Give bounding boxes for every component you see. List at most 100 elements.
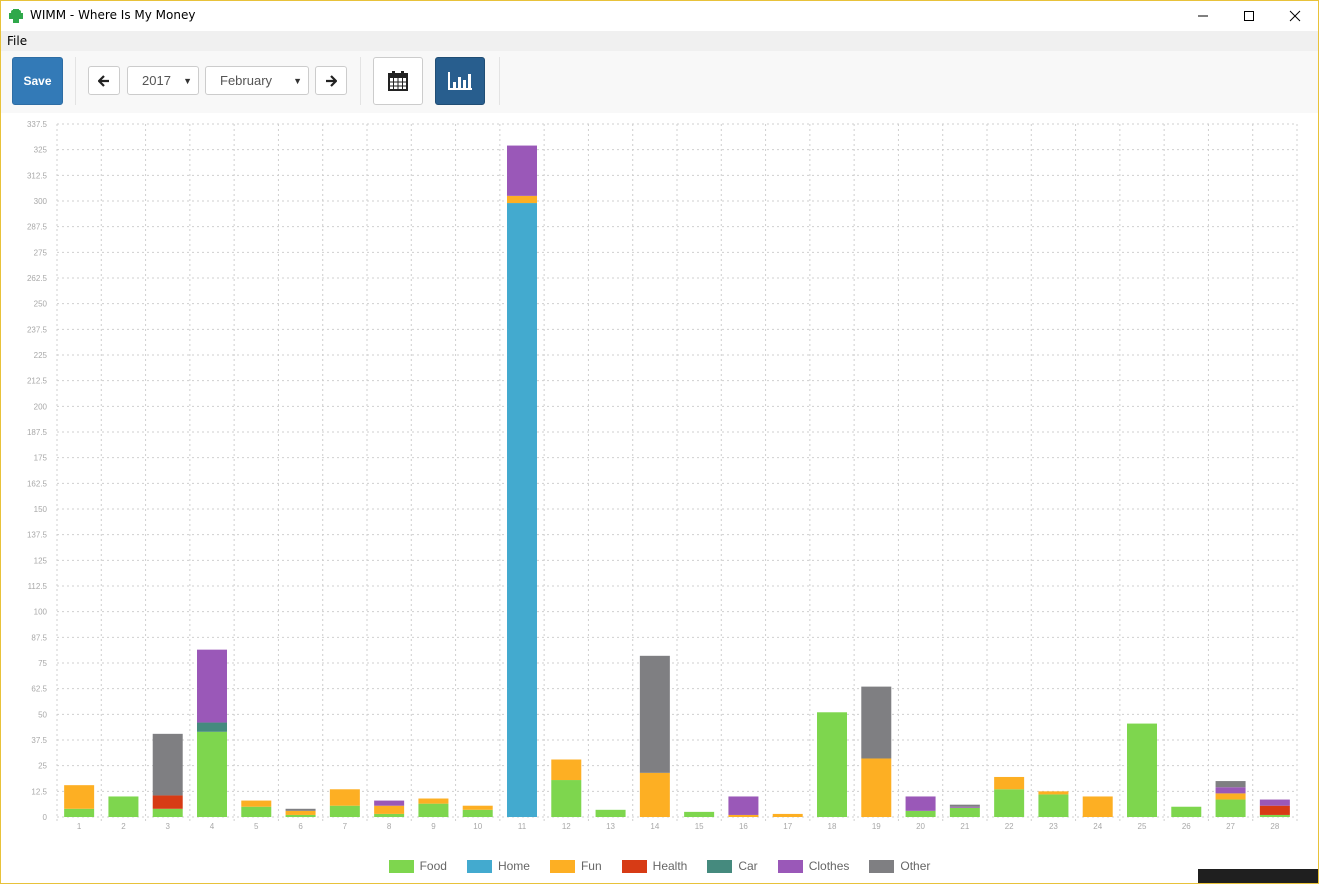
y-tick-label: 0 xyxy=(43,813,48,822)
calendar-icon xyxy=(388,71,408,91)
legend-item-car[interactable]: Car xyxy=(707,857,758,875)
y-tick-label: 237.5 xyxy=(27,325,48,334)
bar-segment-clothes-day-16 xyxy=(728,796,759,815)
bar-segment-fun-day-9 xyxy=(418,798,449,804)
y-tick-label: 125 xyxy=(34,556,48,565)
y-tick-label: 37.5 xyxy=(31,736,47,745)
bar-segment-fun-day-7 xyxy=(329,789,360,806)
x-tick-label: 26 xyxy=(1182,822,1191,831)
bar-segment-other-day-14 xyxy=(639,655,670,773)
window-title: WIMM - Where Is My Money xyxy=(30,8,196,22)
bar-segment-food-day-25 xyxy=(1127,723,1157,817)
bar-segment-fun-day-19 xyxy=(861,758,892,817)
x-tick-label: 2 xyxy=(121,822,126,831)
x-tick-label: 21 xyxy=(960,822,969,831)
y-tick-label: 325 xyxy=(34,146,48,155)
bar-segment-fun-day-16 xyxy=(728,814,759,817)
legend-label: Fun xyxy=(580,859,602,873)
bar-segment-other-day-21 xyxy=(949,804,980,807)
legend-item-other[interactable]: Other xyxy=(869,857,930,875)
y-tick-label: 25 xyxy=(38,762,47,771)
menu-bar: File xyxy=(0,31,1319,51)
bar-segment-health-day-3 xyxy=(152,795,183,809)
save-button[interactable]: Save xyxy=(12,57,63,105)
bar-chart-icon xyxy=(448,72,472,90)
bar-segment-other-day-6 xyxy=(285,808,316,811)
y-tick-label: 312.5 xyxy=(27,171,48,180)
x-tick-label: 25 xyxy=(1138,822,1147,831)
x-tick-label: 20 xyxy=(916,822,925,831)
close-button[interactable] xyxy=(1272,0,1318,31)
bar-segment-fun-day-8 xyxy=(374,805,405,814)
y-tick-label: 50 xyxy=(38,710,47,719)
bar-segment-fun-day-27 xyxy=(1215,793,1246,800)
x-tick-label: 1 xyxy=(77,822,82,831)
y-tick-label: 150 xyxy=(34,505,48,514)
bar-segment-fun-day-11 xyxy=(507,195,537,204)
bar-segment-clothes-day-20 xyxy=(905,796,936,811)
bar-segment-fun-day-17 xyxy=(772,813,803,817)
arrow-left-icon xyxy=(98,74,109,87)
x-tick-label: 5 xyxy=(254,822,259,831)
next-month-button[interactable] xyxy=(315,66,347,95)
x-tick-label: 28 xyxy=(1270,822,1279,831)
year-value: 2017 xyxy=(142,73,171,88)
bar-segment-food-day-23 xyxy=(1038,794,1069,817)
x-tick-label: 13 xyxy=(606,822,615,831)
legend-swatch xyxy=(388,859,414,873)
legend-item-home[interactable]: Home xyxy=(466,857,530,875)
bar-segment-fun-day-24 xyxy=(1082,796,1113,817)
y-tick-label: 100 xyxy=(34,608,48,617)
y-tick-label: 212.5 xyxy=(27,377,48,386)
bar-segment-clothes-day-8 xyxy=(374,800,405,806)
legend-item-food[interactable]: Food xyxy=(388,857,447,875)
bar-segment-food-day-5 xyxy=(241,806,272,817)
y-tick-label: 337.5 xyxy=(27,120,48,129)
month-select[interactable]: February ▼ xyxy=(205,66,309,95)
bar-segment-food-day-6 xyxy=(285,814,316,817)
title-bar: WIMM - Where Is My Money xyxy=(0,0,1319,31)
x-tick-label: 9 xyxy=(431,822,436,831)
bar-segment-clothes-day-21 xyxy=(949,806,980,808)
bar-segment-clothes-day-27 xyxy=(1215,787,1246,794)
legend-swatch xyxy=(621,859,647,873)
x-tick-label: 10 xyxy=(473,822,482,831)
toolbar-divider xyxy=(75,57,76,105)
calendar-view-button[interactable] xyxy=(373,57,423,105)
legend-item-fun[interactable]: Fun xyxy=(549,857,602,875)
bar-segment-food-day-27 xyxy=(1215,799,1246,817)
bar-segment-food-day-2 xyxy=(108,796,139,817)
chart-view-button[interactable] xyxy=(435,57,485,105)
bar-segment-food-day-12 xyxy=(551,780,582,817)
legend-swatch xyxy=(777,859,803,873)
menu-file[interactable]: File xyxy=(7,34,27,48)
previous-month-button[interactable] xyxy=(88,66,120,95)
year-select[interactable]: 2017 ▼ xyxy=(127,66,199,95)
arrow-right-icon xyxy=(326,74,337,87)
x-tick-label: 23 xyxy=(1049,822,1058,831)
y-tick-label: 137.5 xyxy=(27,531,48,540)
y-tick-label: 175 xyxy=(34,454,48,463)
x-tick-label: 27 xyxy=(1226,822,1235,831)
maximize-icon xyxy=(1244,10,1254,21)
x-tick-label: 18 xyxy=(828,822,837,831)
chevron-down-icon: ▼ xyxy=(293,75,302,86)
bar-segment-food-day-4 xyxy=(197,731,227,817)
legend-item-health[interactable]: Health xyxy=(621,857,687,875)
minimize-button[interactable] xyxy=(1180,0,1226,31)
maximize-button[interactable] xyxy=(1226,0,1272,31)
legend-label: Clothes xyxy=(808,859,850,873)
app-logo-icon xyxy=(9,9,23,23)
bar-segment-fun-day-1 xyxy=(64,785,95,809)
bar-segment-health-day-28 xyxy=(1259,805,1290,815)
y-tick-label: 287.5 xyxy=(27,223,48,232)
legend-item-clothes[interactable]: Clothes xyxy=(777,857,850,875)
y-tick-label: 300 xyxy=(34,197,48,206)
bar-segment-clothes-day-4 xyxy=(197,649,227,723)
month-value: February xyxy=(220,73,273,88)
y-tick-label: 200 xyxy=(34,402,48,411)
bar-segment-other-day-27 xyxy=(1215,781,1246,788)
bar-segment-food-day-1 xyxy=(64,808,95,817)
bar-segment-clothes-day-28 xyxy=(1259,799,1290,806)
bar-segment-clothes-day-11 xyxy=(507,145,537,196)
